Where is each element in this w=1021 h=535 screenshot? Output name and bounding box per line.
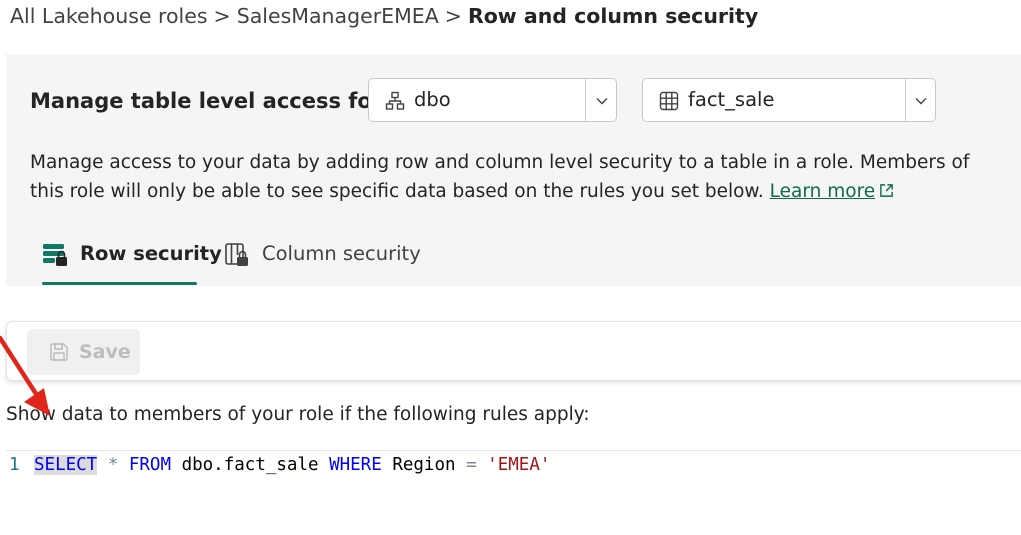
column-security-icon: [225, 243, 248, 266]
sql-column-name: Region: [392, 455, 456, 475]
tab-column-security-label: Column security: [262, 242, 421, 265]
sql-table-name: dbo.fact_sale: [181, 455, 319, 475]
sql-string-value: 'EMEA': [487, 455, 551, 475]
row-security-icon: [43, 244, 67, 266]
dropdown-divider: [905, 79, 906, 121]
schema-dropdown[interactable]: dbo: [368, 78, 617, 122]
tab-selected-indicator: [42, 282, 197, 285]
manage-table-access-label: Manage table level access for: [30, 89, 383, 113]
external-link-icon: [880, 184, 893, 197]
editor-toolbar: Save: [6, 321, 1021, 381]
breadcrumb-item-all-roles[interactable]: All Lakehouse roles: [10, 4, 208, 28]
tab-row-security-label: Row security: [80, 242, 222, 265]
learn-more-link[interactable]: Learn more: [770, 181, 895, 202]
table-dropdown[interactable]: fact_sale: [642, 78, 936, 122]
sql-code-line[interactable]: SELECT * FROM dbo.fact_sale WHERE Region…: [34, 455, 550, 475]
table-access-panel: Manage table level access for dbo fact_s…: [6, 54, 1021, 286]
chevron-down-icon[interactable]: [595, 94, 609, 108]
breadcrumb-current: Row and column security: [467, 4, 759, 28]
tab-row-security[interactable]: Row security: [42, 240, 222, 285]
table-icon: [659, 91, 679, 111]
table-dropdown-value: fact_sale: [688, 88, 775, 111]
breadcrumb: All Lakehouse roles > SalesManagerEMEA > Row…: [10, 4, 758, 28]
breadcrumb-separator: >: [444, 4, 462, 28]
annotation-arrow-icon: [0, 335, 50, 416]
chevron-down-icon[interactable]: [914, 94, 928, 108]
learn-more-label: Learn more: [769, 181, 876, 202]
sql-keyword-where: WHERE: [329, 455, 382, 475]
breadcrumb-separator: >: [213, 4, 231, 28]
sql-star: *: [107, 455, 119, 475]
access-description: Manage access to your data by adding row…: [30, 148, 1005, 206]
save-button-label: Save: [79, 341, 131, 363]
sql-operator: =: [466, 455, 477, 475]
sql-editor[interactable]: 1 SELECT * FROM dbo.fact_sale WHERE Regi…: [6, 450, 1021, 535]
sql-keyword-from: FROM: [128, 455, 172, 475]
sql-keyword-select: SELECT: [34, 455, 98, 475]
breadcrumb-item-role[interactable]: SalesManagerEMEA: [237, 4, 439, 28]
tab-column-security[interactable]: Column security: [224, 240, 424, 284]
schema-dropdown-value: dbo: [414, 88, 451, 111]
dropdown-divider: [585, 79, 586, 121]
line-number: 1: [9, 455, 20, 475]
rules-instruction: Show data to members of your role if the…: [6, 404, 590, 425]
schema-icon: [385, 91, 405, 110]
